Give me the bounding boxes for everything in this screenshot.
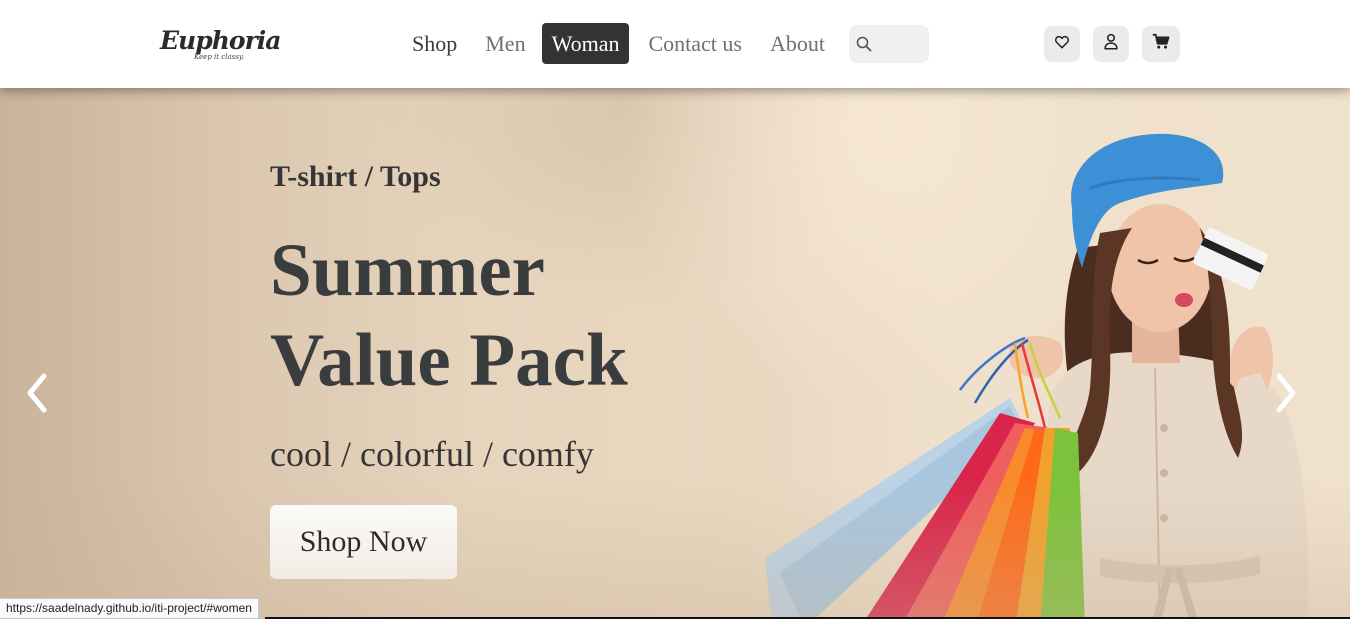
chevron-right-icon <box>1271 373 1301 419</box>
status-bar-url: https://saadelnady.github.io/iti-project… <box>0 598 259 619</box>
hero-title-line2: Value Pack <box>270 319 628 402</box>
heart-icon <box>1054 34 1070 55</box>
hero-title-line1: Summer <box>270 229 545 312</box>
hero-model-image <box>765 133 1309 619</box>
hero-carousel: T-shirt / Tops Summer Value Pack cool / … <box>0 88 1350 619</box>
hero-tagline: cool / colorful / comfy <box>270 434 594 474</box>
hero-subtitle: T-shirt / Tops <box>270 160 441 193</box>
shop-now-button[interactable]: Shop Now <box>270 505 457 579</box>
carousel-prev-button[interactable] <box>22 371 52 415</box>
search-input[interactable] <box>877 31 923 57</box>
nav-link-woman[interactable]: Woman <box>541 23 630 64</box>
nav-link-contact[interactable]: Contact us <box>636 23 754 64</box>
cart-icon <box>1152 33 1170 55</box>
account-button[interactable] <box>1093 26 1129 62</box>
nav-link-shop[interactable]: Shop <box>400 23 469 64</box>
logo-tagline: Keep it classy. <box>194 53 245 61</box>
main-nav: Shop Men Woman Contact us About <box>400 23 841 64</box>
cart-button[interactable] <box>1142 26 1180 62</box>
search-icon <box>856 36 872 57</box>
logo[interactable]: Euphoria Keep it classy. <box>158 24 281 64</box>
carousel-next-button[interactable] <box>1271 371 1301 415</box>
navbar: Euphoria Keep it classy. Shop Men Woman … <box>0 0 1350 88</box>
chevron-left-icon <box>22 373 52 419</box>
search-box[interactable] <box>849 25 929 63</box>
nav-link-about[interactable]: About <box>758 23 837 64</box>
wishlist-button[interactable] <box>1044 26 1080 62</box>
user-icon <box>1103 33 1119 55</box>
hero-title: Summer Value Pack <box>270 226 770 406</box>
nav-link-men[interactable]: Men <box>473 23 537 64</box>
